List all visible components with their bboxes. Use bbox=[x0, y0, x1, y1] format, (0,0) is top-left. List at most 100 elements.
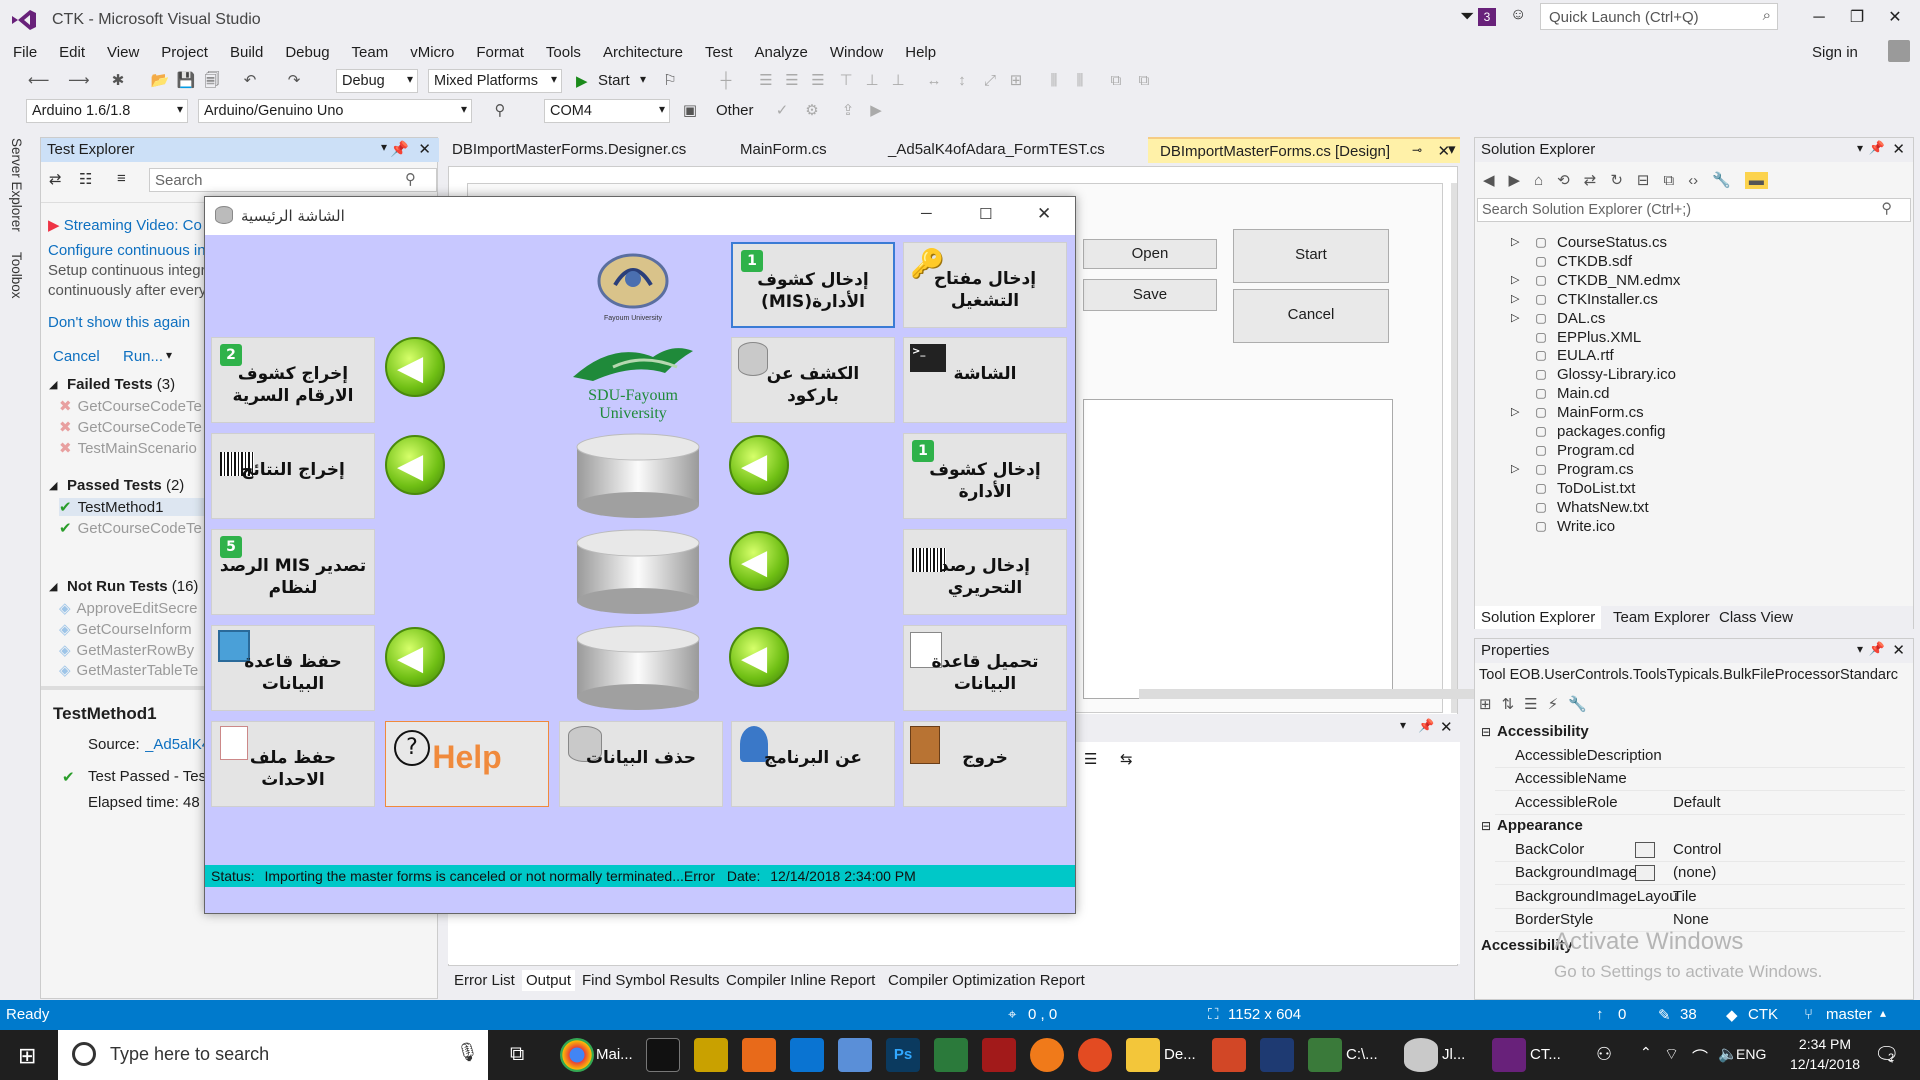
cancel-button[interactable]: Cancel bbox=[1233, 289, 1389, 343]
wifi-icon[interactable]: ⌒ bbox=[1692, 1044, 1708, 1068]
tab-list-icon[interactable]: ▾ bbox=[1448, 140, 1456, 158]
back-icon[interactable]: ⟵ bbox=[28, 71, 50, 91]
taskbar-app-label[interactable]: Mai... bbox=[596, 1046, 633, 1063]
solution-item[interactable]: ▢ Glossy-Library.ico bbox=[1535, 366, 1676, 383]
back-icon[interactable]: ◀ bbox=[1483, 171, 1495, 189]
start-button[interactable]: Start bbox=[598, 72, 630, 89]
chevron-down-icon[interactable]: ▾ bbox=[640, 72, 646, 86]
tab-error-list[interactable]: Error List bbox=[450, 970, 519, 991]
solution-item[interactable]: ▢ Write.ico bbox=[1535, 518, 1615, 535]
alphabetical-icon[interactable]: ⇅ bbox=[1502, 695, 1515, 713]
port-select[interactable]: COM4 bbox=[544, 99, 670, 123]
new-project-icon[interactable]: ✱ bbox=[108, 71, 128, 91]
refresh-icon[interactable]: ↻ bbox=[1610, 171, 1623, 189]
configure-ci-link[interactable]: Configure continuous in bbox=[48, 242, 208, 259]
open-icon[interactable]: 📂 bbox=[150, 71, 170, 91]
tab-class-view[interactable]: Class View bbox=[1713, 606, 1799, 629]
other-menu[interactable]: Other bbox=[716, 102, 754, 119]
network-icon[interactable] bbox=[838, 1038, 872, 1072]
close-icon[interactable]: ✕ bbox=[1440, 718, 1453, 736]
mis-entry-button[interactable]: 1 إدخال كشوف الأدارة(MIS) bbox=[731, 242, 895, 328]
photoshop-icon[interactable]: Ps bbox=[886, 1038, 920, 1072]
close-button[interactable]: ✕ bbox=[1037, 204, 1051, 224]
property-pages-icon[interactable]: 🔧 bbox=[1568, 695, 1587, 713]
minimize-button[interactable]: ─ bbox=[921, 205, 932, 222]
run-link[interactable]: Run... bbox=[123, 348, 163, 365]
terminal-icon[interactable] bbox=[646, 1038, 680, 1072]
collapse-icon[interactable]: ◢ bbox=[49, 479, 57, 492]
menu-vmicro[interactable]: vMicro bbox=[399, 40, 465, 65]
volume-icon[interactable]: 🔈 bbox=[1718, 1044, 1738, 1064]
app-icon[interactable] bbox=[1078, 1038, 1112, 1072]
app-icon[interactable] bbox=[1260, 1038, 1294, 1072]
exit-button[interactable]: خروج bbox=[903, 721, 1067, 807]
chrome-icon[interactable] bbox=[560, 1038, 594, 1072]
solution-item[interactable]: ▷ ▢ Program.cs bbox=[1511, 461, 1634, 478]
board-version-select[interactable]: Arduino 1.6/1.8 bbox=[26, 99, 188, 123]
menu-file[interactable]: File bbox=[2, 40, 48, 65]
show-all-icon[interactable]: ⧉ bbox=[1663, 172, 1674, 189]
collapse-icon[interactable]: ◢ bbox=[49, 580, 57, 593]
close-button[interactable]: ✕ bbox=[1872, 3, 1918, 33]
powerpoint-icon[interactable] bbox=[1212, 1038, 1246, 1072]
platform-select[interactable]: Mixed Platforms bbox=[428, 69, 562, 93]
board-select[interactable]: Arduino/Genuino Uno bbox=[198, 99, 472, 123]
menu-build[interactable]: Build bbox=[219, 40, 274, 65]
unpushed-count[interactable]: 0 bbox=[1618, 1006, 1626, 1023]
dont-show-link[interactable]: Don't show this again bbox=[48, 314, 190, 331]
chevron-up-icon[interactable]: ▴ bbox=[1880, 1006, 1886, 1020]
expand-icon[interactable]: ▷ bbox=[1511, 273, 1519, 286]
maximize-button[interactable]: ☐ bbox=[979, 205, 992, 223]
object-selector[interactable]: Tool EOB.UserControls.ToolsTypicals.Bulk… bbox=[1479, 667, 1911, 689]
close-icon[interactable]: ✕ bbox=[418, 140, 431, 158]
windows-start-icon[interactable]: ⊞ bbox=[18, 1043, 36, 1069]
save-icon[interactable]: 💾 bbox=[176, 71, 196, 91]
expand-icon[interactable]: ▷ bbox=[1511, 311, 1519, 324]
chevron-down-icon[interactable]: ▾ bbox=[381, 140, 387, 154]
solution-search-input[interactable]: Search Solution Explorer (Ctrl+;) ⚲ bbox=[1477, 198, 1911, 222]
notrun-group-header[interactable]: Not Run Tests bbox=[67, 578, 168, 595]
property-row[interactable]: AccessibleRole Default bbox=[1495, 792, 1905, 815]
solution-item[interactable]: ▷ ▢ MainForm.cs bbox=[1511, 404, 1644, 421]
categorized-icon[interactable]: ⊞ bbox=[1479, 695, 1492, 713]
failed-group-header[interactable]: Failed Tests bbox=[67, 376, 153, 393]
data-delete-button[interactable]: حذف البيانات bbox=[559, 721, 723, 807]
property-row[interactable]: BackgroundImageLayou Tile bbox=[1495, 886, 1905, 909]
open-button[interactable]: Open bbox=[1083, 239, 1217, 269]
search-icon[interactable]: ⚲ bbox=[490, 101, 510, 121]
app-icon[interactable] bbox=[1308, 1038, 1342, 1072]
vscode-icon[interactable] bbox=[790, 1038, 824, 1072]
about-button[interactable]: عن البرنامج bbox=[731, 721, 895, 807]
vertical-scrollbar[interactable] bbox=[1451, 183, 1457, 713]
home-icon[interactable]: ⌂ bbox=[1534, 172, 1543, 189]
changes-count[interactable]: 38 bbox=[1680, 1006, 1697, 1023]
wrench-icon[interactable]: 🔧 bbox=[1712, 171, 1731, 189]
tab-inline-report[interactable]: Compiler Inline Report bbox=[722, 970, 879, 991]
db-load-button[interactable]: تحميل قاعدة البيانات bbox=[903, 625, 1067, 711]
code-icon[interactable]: ‹› bbox=[1688, 172, 1698, 189]
property-row[interactable]: BackColor Control bbox=[1495, 839, 1905, 862]
admin-entry-button[interactable]: 1 إدخال كشوف الأدارة bbox=[903, 433, 1067, 519]
database-icon[interactable] bbox=[1404, 1038, 1438, 1072]
pin-icon[interactable]: 📌 bbox=[1869, 140, 1885, 156]
search-input[interactable]: Search ⚲ bbox=[149, 168, 437, 192]
menu-debug[interactable]: Debug bbox=[274, 40, 340, 65]
history-icon[interactable]: ⟲ bbox=[1557, 171, 1570, 189]
server-explorer-tab[interactable]: Server Explorer bbox=[9, 138, 24, 232]
taskbar-search-input[interactable]: Type here to search 🎙 bbox=[58, 1030, 488, 1080]
tab-design-active[interactable]: DBImportMasterForms.cs [Design] ⊸ ✕ bbox=[1148, 137, 1461, 163]
chevron-up-icon[interactable]: ⌃ bbox=[1640, 1044, 1652, 1061]
office-icon[interactable] bbox=[982, 1038, 1016, 1072]
close-icon[interactable]: ✕ bbox=[1892, 140, 1905, 158]
sync-icon[interactable]: ⇄ bbox=[1584, 171, 1597, 189]
forward-icon[interactable]: ⟶ bbox=[68, 71, 90, 91]
menu-team[interactable]: Team bbox=[341, 40, 400, 65]
pin-icon[interactable]: 📌 bbox=[390, 140, 409, 158]
configuration-select[interactable]: Debug bbox=[336, 69, 418, 93]
pin-icon[interactable]: ⊸ bbox=[1412, 143, 1422, 157]
taskbar-app-label[interactable]: CT... bbox=[1530, 1046, 1561, 1063]
written-entry-button[interactable]: إدخال رصد التحريري bbox=[903, 529, 1067, 615]
chevron-down-icon[interactable]: ▾ bbox=[1400, 718, 1406, 732]
expand-icon[interactable]: ▷ bbox=[1511, 462, 1519, 475]
activation-key-button[interactable]: 🔑 إدخال مفتاح التشغيل bbox=[903, 242, 1067, 328]
